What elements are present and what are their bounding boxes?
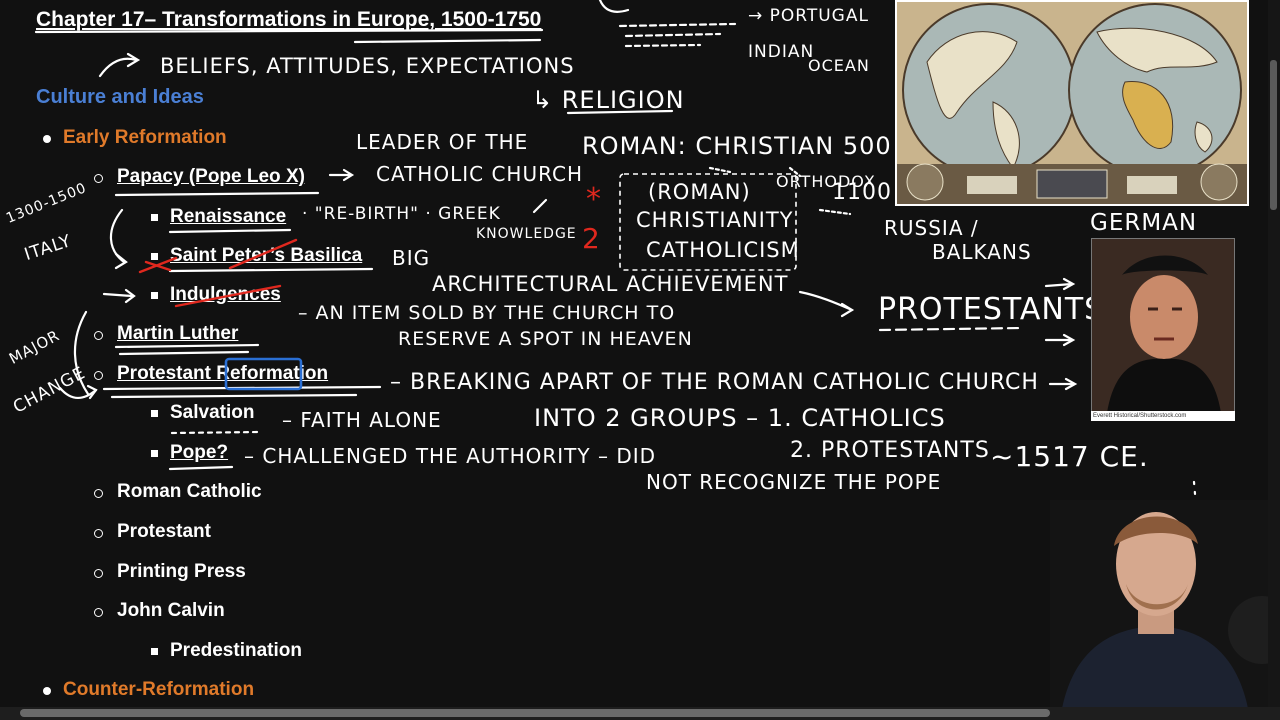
outline-john-calvin: John Calvin xyxy=(117,600,225,621)
outline-saint-peters-basilica: Saint Peter’s Basilica xyxy=(170,245,363,266)
bullet xyxy=(151,648,158,655)
annotation-change: CHANGE xyxy=(10,362,90,418)
bullet xyxy=(151,292,158,299)
bullet xyxy=(151,410,158,417)
annotation-not-recognize: NOT RECOGNIZE THE POPE xyxy=(646,470,942,494)
outline-roman-catholic: Roman Catholic xyxy=(117,481,262,502)
outline-salvation: Salvation xyxy=(170,402,255,423)
outline-early-reformation: Early Reformation xyxy=(63,127,227,148)
outline-predestination: Predestination xyxy=(170,640,302,661)
outline-pope: Pope? xyxy=(170,442,229,463)
annotation-item-2: RESERVE A SPOT IN HEAVEN xyxy=(398,328,693,350)
annotation-breaking: – BREAKING APART OF THE ROMAN CATHOLIC C… xyxy=(390,370,1039,395)
annotation-two-protestants: 2. PROTESTANTS xyxy=(790,438,990,463)
outline-papacy: Papacy (Pope Leo X) xyxy=(117,166,305,187)
page-title: Chapter 17– Transformations in Europe, 1… xyxy=(36,8,542,31)
outline-renaissance: Renaissance xyxy=(170,206,287,227)
annotation-challenged: – CHALLENGED THE AUTHORITY – DID xyxy=(244,444,657,468)
annotation-indian: INDIAN xyxy=(748,42,815,62)
annotation-russia: RUSSIA / xyxy=(884,216,979,240)
annotation-1517: ~1517 CE. xyxy=(990,440,1149,473)
annotation-portugal: → PORTUGAL xyxy=(748,6,869,26)
webcam-presenter xyxy=(1050,500,1280,720)
vertical-scroll-thumb[interactable] xyxy=(1270,60,1277,210)
world-map-image xyxy=(895,0,1249,206)
annotation-years: 1300-1500 xyxy=(4,180,90,227)
annotation-faith: – FAITH ALONE xyxy=(282,408,442,432)
annotation-beliefs: BELIEFS, ATTITUDES, EXPECTATIONS xyxy=(160,54,575,78)
horizontal-scroll-thumb[interactable] xyxy=(20,709,1050,717)
annotation-rebirth: · "RE-BIRTH" · GREEK xyxy=(302,204,501,224)
image-credit: Everett Historical/Shutterstock.com xyxy=(1091,411,1235,421)
martin-luther-portrait xyxy=(1091,238,1235,421)
annotation-into: INTO 2 GROUPS – 1. CATHOLICS xyxy=(534,404,946,432)
outline-protestant-reformation: Protestant Reformation xyxy=(117,363,329,384)
bullet xyxy=(94,489,103,498)
bullet xyxy=(43,135,51,143)
annotation-italy: ITALY xyxy=(22,231,75,266)
bullet xyxy=(151,450,158,457)
bullet xyxy=(94,529,103,538)
annotation-religion: ↳ RELIGION xyxy=(532,86,685,114)
bullet xyxy=(94,174,103,183)
bullet xyxy=(151,214,158,221)
bullet xyxy=(94,569,103,578)
outline-counter-reformation: Counter-Reformation xyxy=(63,679,255,700)
section-heading: Culture and Ideas xyxy=(36,86,204,108)
annotation-big: BIG xyxy=(392,246,431,270)
outline-printing-press: Printing Press xyxy=(117,561,246,582)
annotation-leader-1: LEADER OF THE xyxy=(356,130,529,154)
outline-indulgences: Indulgences xyxy=(170,284,281,305)
bullet xyxy=(94,371,103,380)
annotation-ocean: OCEAN xyxy=(808,56,870,75)
annotation-major: MAJOR xyxy=(6,326,63,368)
annotation-roman-christian: ROMAN: CHRISTIAN 500 xyxy=(582,132,892,160)
annotation-architectural: ARCHITECTURAL ACHIEVEMENT xyxy=(432,272,789,296)
bullet xyxy=(94,331,103,340)
annotation-leader-2: CATHOLIC CHURCH xyxy=(376,162,584,186)
annotation-protestants-big: PROTESTANTS xyxy=(878,292,1105,327)
annotation-boxed-1: (ROMAN) xyxy=(648,180,751,204)
annotation-1100: 1100 xyxy=(832,180,892,205)
outline-martin-luther: Martin Luther xyxy=(117,323,239,344)
outline-protestant: Protestant xyxy=(117,521,211,542)
bullet xyxy=(43,687,51,695)
annotation-item-1: – AN ITEM SOLD BY THE CHURCH TO xyxy=(298,302,676,324)
annotation-boxed-2: CHRISTIANITY xyxy=(636,208,794,232)
annotation-knowledge: KNOWLEDGE xyxy=(476,226,577,242)
annotation-boxed-3: CATHOLICISM xyxy=(646,238,800,262)
bullet xyxy=(94,608,103,617)
annotation-balkans: BALKANS xyxy=(932,240,1032,264)
annotation-german: GERMAN xyxy=(1090,210,1198,236)
annotation-two-red: 2 xyxy=(582,222,601,255)
bullet xyxy=(151,253,158,260)
annotation-star: * xyxy=(586,182,602,217)
